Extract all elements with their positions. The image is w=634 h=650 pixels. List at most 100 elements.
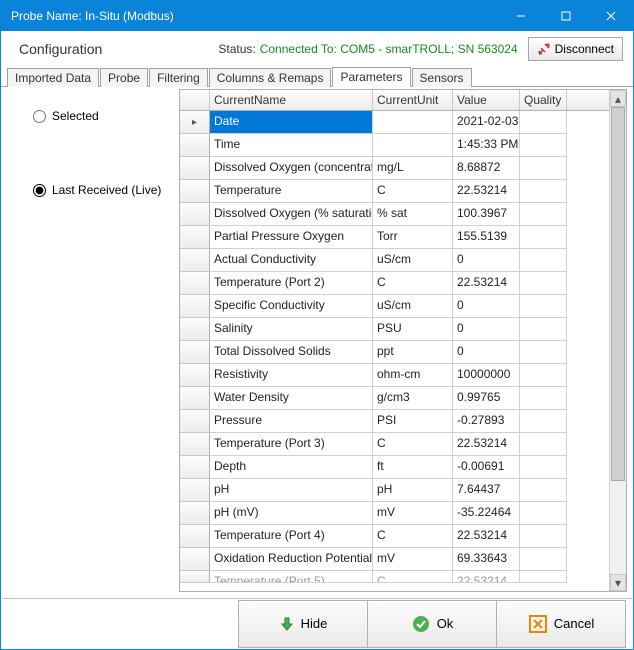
cell[interactable] — [520, 134, 567, 157]
cell[interactable]: 22.53214 — [453, 180, 520, 203]
cell[interactable] — [520, 272, 567, 295]
cell[interactable] — [520, 571, 567, 583]
cell[interactable]: Dissolved Oxygen (concentration) — [210, 157, 373, 180]
row-header[interactable] — [180, 341, 210, 364]
scroll-down-icon[interactable]: ▾ — [610, 574, 626, 591]
minimize-button[interactable] — [498, 1, 543, 31]
scroll-thumb[interactable] — [611, 107, 625, 481]
cell[interactable]: pH — [210, 479, 373, 502]
cell[interactable]: Depth — [210, 456, 373, 479]
cell[interactable]: 22.53214 — [453, 272, 520, 295]
table-row[interactable]: Temperature (Port 3)C22.53214 — [180, 433, 609, 456]
cell[interactable] — [520, 479, 567, 502]
cell[interactable]: -0.00691 — [453, 456, 520, 479]
cell[interactable]: PSU — [373, 318, 453, 341]
cell[interactable]: C — [373, 180, 453, 203]
row-header[interactable] — [180, 387, 210, 410]
radio-last-received[interactable]: Last Received (Live) — [33, 183, 171, 197]
header-currentunit[interactable]: CurrentUnit — [373, 90, 453, 110]
cell[interactable]: PSI — [373, 410, 453, 433]
cell[interactable]: pH (mV) — [210, 502, 373, 525]
cell[interactable]: C — [373, 433, 453, 456]
cell[interactable]: uS/cm — [373, 295, 453, 318]
table-row[interactable]: Dissolved Oxygen (% saturation)% sat100.… — [180, 203, 609, 226]
cell[interactable]: ohm-cm — [373, 364, 453, 387]
cell[interactable]: Salinity — [210, 318, 373, 341]
row-header[interactable] — [180, 203, 210, 226]
cell[interactable]: mV — [373, 502, 453, 525]
row-header[interactable] — [180, 180, 210, 203]
cell[interactable]: mg/L — [373, 157, 453, 180]
row-header[interactable] — [180, 456, 210, 479]
row-header[interactable] — [180, 295, 210, 318]
cell[interactable] — [520, 548, 567, 571]
cell[interactable]: 22.53214 — [453, 525, 520, 548]
cell[interactable]: 0 — [453, 249, 520, 272]
row-header[interactable] — [180, 433, 210, 456]
table-row[interactable]: SalinityPSU0 — [180, 318, 609, 341]
cell[interactable] — [520, 456, 567, 479]
maximize-button[interactable] — [543, 1, 588, 31]
cell[interactable]: uS/cm — [373, 249, 453, 272]
cell[interactable]: Specific Conductivity — [210, 295, 373, 318]
cell[interactable] — [520, 341, 567, 364]
cell[interactable]: C — [373, 272, 453, 295]
cell[interactable]: -35.22464 — [453, 502, 520, 525]
table-row[interactable]: Partial Pressure OxygenTorr155.5139 — [180, 226, 609, 249]
cell[interactable]: mV — [373, 548, 453, 571]
cell[interactable]: Temperature (Port 4) — [210, 525, 373, 548]
scroll-up-icon[interactable]: ▴ — [610, 90, 626, 107]
tab-sensors[interactable]: Sensors — [412, 68, 472, 87]
cell[interactable]: 155.5139 — [453, 226, 520, 249]
table-row[interactable]: Depthft-0.00691 — [180, 456, 609, 479]
cell[interactable]: 0 — [453, 295, 520, 318]
hide-button[interactable]: Hide — [238, 600, 368, 648]
cell[interactable] — [520, 249, 567, 272]
table-row[interactable]: Date2021-02-03 — [180, 111, 609, 134]
cell[interactable]: g/cm3 — [373, 387, 453, 410]
cell[interactable] — [520, 364, 567, 387]
disconnect-button[interactable]: Disconnect — [528, 37, 623, 61]
cell[interactable]: 22.53214 — [453, 433, 520, 456]
cell[interactable]: Temperature — [210, 180, 373, 203]
cell[interactable] — [520, 180, 567, 203]
tab-imported-data[interactable]: Imported Data — [7, 68, 99, 87]
cell[interactable]: 22.53214 — [453, 571, 520, 583]
cell[interactable]: 0 — [453, 341, 520, 364]
cell[interactable] — [520, 111, 567, 134]
cell[interactable]: Actual Conductivity — [210, 249, 373, 272]
cell[interactable] — [520, 525, 567, 548]
cell[interactable]: Dissolved Oxygen (% saturation) — [210, 203, 373, 226]
cell[interactable]: 7.64437 — [453, 479, 520, 502]
row-header[interactable] — [180, 226, 210, 249]
cell[interactable]: 1:45:33 PM — [453, 134, 520, 157]
table-row[interactable]: pH (mV)mV-35.22464 — [180, 502, 609, 525]
cell[interactable] — [520, 295, 567, 318]
cell[interactable]: Temperature (Port 2) — [210, 272, 373, 295]
vertical-scrollbar[interactable]: ▴ ▾ — [609, 90, 626, 591]
table-row[interactable]: Water Densityg/cm30.99765 — [180, 387, 609, 410]
cell[interactable]: ppt — [373, 341, 453, 364]
table-row[interactable]: TemperatureC22.53214 — [180, 180, 609, 203]
cell[interactable] — [373, 134, 453, 157]
cancel-button[interactable]: Cancel — [496, 600, 626, 648]
cell[interactable]: ft — [373, 456, 453, 479]
row-header[interactable] — [180, 249, 210, 272]
table-row[interactable]: PressurePSI-0.27893 — [180, 410, 609, 433]
cell[interactable]: C — [373, 571, 453, 583]
cell[interactable]: -0.27893 — [453, 410, 520, 433]
row-header[interactable] — [180, 502, 210, 525]
cell[interactable]: Resistivity — [210, 364, 373, 387]
tab-parameters[interactable]: Parameters — [332, 67, 410, 87]
table-row[interactable]: Temperature (Port 5)C22.53214 — [180, 571, 609, 583]
tab-filtering[interactable]: Filtering — [149, 68, 208, 87]
cell[interactable]: Oxidation Reduction Potential — [210, 548, 373, 571]
radio-last-received-input[interactable] — [33, 184, 46, 197]
cell[interactable] — [520, 318, 567, 341]
row-header[interactable] — [180, 364, 210, 387]
cell[interactable]: Torr — [373, 226, 453, 249]
row-header[interactable] — [180, 525, 210, 548]
table-row[interactable]: Specific ConductivityuS/cm0 — [180, 295, 609, 318]
cell[interactable]: Total Dissolved Solids — [210, 341, 373, 364]
table-row[interactable]: Time1:45:33 PM — [180, 134, 609, 157]
